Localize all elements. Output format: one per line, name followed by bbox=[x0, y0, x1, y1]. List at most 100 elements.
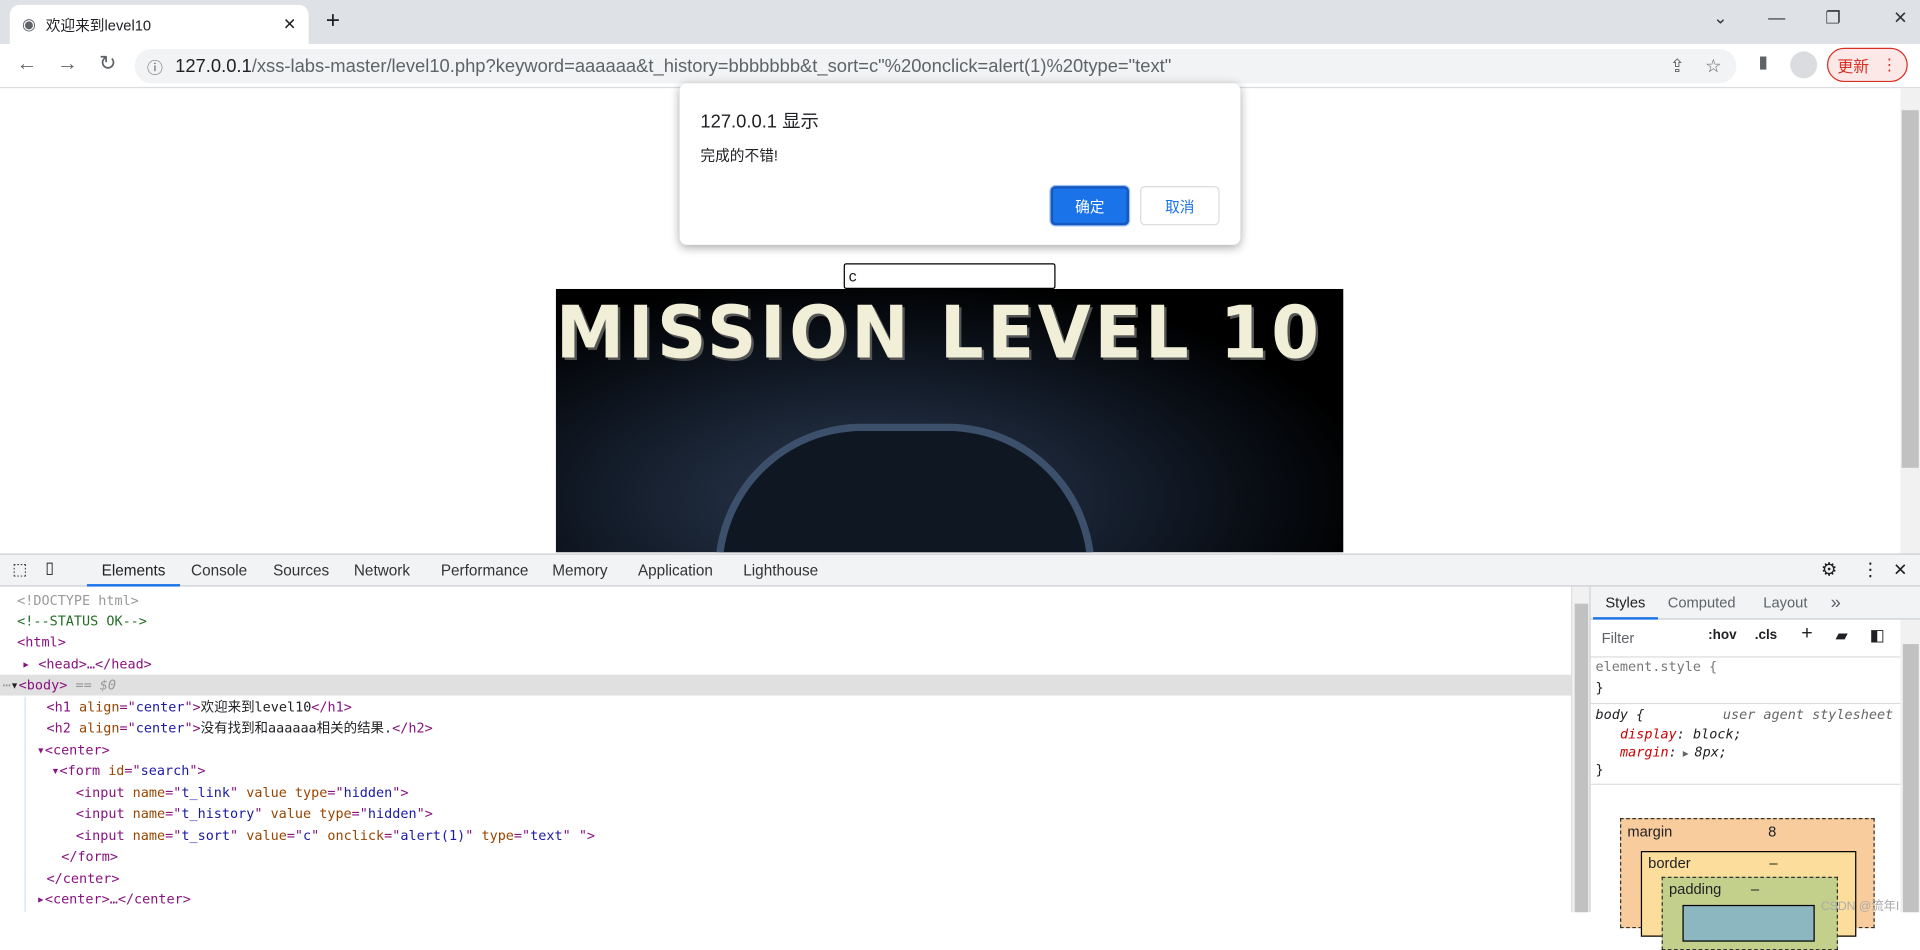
tab-styles[interactable]: Styles bbox=[1593, 587, 1658, 620]
dom-input-t-history[interactable]: <input name="t_history" value type="hidd… bbox=[0, 803, 1571, 824]
prop-margin[interactable]: margin: ▶ 8px; bbox=[1620, 744, 1727, 760]
dom-body[interactable]: ⋯▾<body> == $0 bbox=[0, 674, 1572, 696]
dom-center[interactable]: ▾<center> bbox=[0, 740, 1571, 761]
attr-value: alert(1) bbox=[400, 827, 466, 844]
info-icon: ⓘ bbox=[146, 58, 163, 77]
attr-value: t_history bbox=[181, 805, 255, 822]
padding-value[interactable]: – bbox=[1751, 880, 1759, 897]
new-rule-icon[interactable]: + bbox=[1801, 623, 1812, 645]
styles-scrollbar[interactable] bbox=[1900, 619, 1920, 913]
tab-network[interactable]: Network bbox=[354, 555, 410, 587]
dom-head[interactable]: ▸ <head>…</head> bbox=[0, 654, 1571, 675]
cls-button[interactable]: .cls bbox=[1755, 628, 1777, 643]
dom-input-t-sort[interactable]: <input name="t_sort" value="c" onclick="… bbox=[0, 825, 1571, 846]
device-toggle-icon[interactable]: ▯ bbox=[45, 558, 54, 578]
update-button[interactable]: 更新 ⋮ bbox=[1826, 47, 1908, 83]
dom-h2[interactable]: <h2 align="center">没有找到和aaaaaa相关的结果.</h2… bbox=[0, 718, 1571, 739]
dom-input-t-link[interactable]: <input name="t_link" value type="hidden"… bbox=[0, 782, 1571, 803]
dom-comment: <!--STATUS OK--> bbox=[17, 613, 147, 630]
share-icon[interactable]: ⇪ bbox=[1670, 55, 1685, 77]
elements-tree: <!DOCTYPE html> <!--STATUS OK--> <html> … bbox=[0, 587, 1572, 913]
scrollbar-thumb[interactable] bbox=[1574, 603, 1589, 913]
selected-marker: == $0 bbox=[67, 677, 117, 694]
settings-gear-icon[interactable]: ⚙ bbox=[1821, 558, 1837, 581]
profile-avatar[interactable] bbox=[1790, 51, 1818, 79]
mission-level-image: MISSION LEVEL 10 bbox=[555, 288, 1344, 553]
new-tab-button[interactable]: + bbox=[326, 7, 340, 35]
tab-elements[interactable]: Elements bbox=[86, 555, 181, 587]
browser-tab[interactable]: ◉ 欢迎来到level10 ✕ bbox=[9, 4, 309, 45]
close-window-icon[interactable]: ✕ bbox=[1882, 7, 1919, 28]
close-tab-icon[interactable]: ✕ bbox=[283, 15, 296, 35]
scrollbar-thumb[interactable] bbox=[1902, 644, 1919, 913]
close-devtools-icon[interactable]: ✕ bbox=[1893, 560, 1907, 581]
maximize-icon[interactable]: ❐ bbox=[1815, 7, 1852, 28]
more-tabs-icon[interactable]: » bbox=[1831, 587, 1841, 620]
prop-display[interactable]: display: block; bbox=[1620, 726, 1742, 742]
dom-form-close: </form> bbox=[61, 848, 118, 865]
attr-value: c bbox=[303, 827, 312, 844]
dom-form[interactable]: ▾<form id="search"> bbox=[0, 760, 1571, 781]
prop-value: block; bbox=[1693, 726, 1742, 743]
brace: } bbox=[1595, 679, 1604, 696]
cancel-button[interactable]: 取消 bbox=[1140, 186, 1220, 226]
attr-value: text bbox=[530, 827, 563, 844]
hov-button[interactable]: :hov bbox=[1708, 628, 1736, 643]
tab-layout[interactable]: Layout bbox=[1763, 587, 1807, 620]
dom-doctype: <!DOCTYPE html> bbox=[17, 592, 139, 609]
dom-h1[interactable]: <h1 align="center">欢迎来到level10</h1> bbox=[0, 697, 1571, 718]
dialog-title: 127.0.0.1 显示 bbox=[700, 111, 819, 133]
scrollbar-thumb[interactable] bbox=[1901, 110, 1919, 468]
tree-guide bbox=[24, 696, 26, 913]
h1-text: 欢迎来到level10 bbox=[200, 699, 312, 716]
tab-lighthouse[interactable]: Lighthouse bbox=[743, 555, 818, 587]
body-selector[interactable]: body { bbox=[1596, 707, 1645, 723]
inspect-element-icon[interactable]: ⬚ bbox=[12, 560, 27, 580]
box-model-content bbox=[1682, 904, 1815, 942]
menu-kebab-icon: ⋮ bbox=[1881, 55, 1898, 74]
h2-text: 没有找到和aaaaaa相关的结果. bbox=[200, 720, 393, 736]
minimize-icon[interactable]: — bbox=[1758, 7, 1795, 27]
url-host: 127.0.0.1 bbox=[175, 55, 252, 77]
paint-brush-icon[interactable]: ▰ bbox=[1836, 626, 1848, 646]
alert-dialog: 127.0.0.1 显示 完成的不错! 确定 取消 bbox=[679, 83, 1241, 245]
bookmark-star-icon[interactable]: ☆ bbox=[1705, 55, 1721, 77]
tab-memory[interactable]: Memory bbox=[552, 555, 607, 587]
forward-icon[interactable]: → bbox=[53, 51, 82, 75]
tab-search-icon[interactable]: ⌄ bbox=[1702, 7, 1739, 28]
tab-computed[interactable]: Computed bbox=[1668, 587, 1736, 620]
dom-center-2[interactable]: ▸<center>…</center> bbox=[0, 889, 1571, 910]
tab-console[interactable]: Console bbox=[191, 555, 247, 587]
ok-button[interactable]: 确定 bbox=[1050, 186, 1129, 226]
image-logo-text: MISSION LEVEL 10 bbox=[555, 291, 1323, 376]
styles-tabs: Styles Computed Layout » bbox=[1590, 586, 1920, 620]
tab-application[interactable]: Application bbox=[638, 555, 713, 587]
reload-icon[interactable]: ↻ bbox=[93, 51, 122, 75]
globe-icon: ◉ bbox=[22, 14, 36, 34]
t-sort-input[interactable]: c bbox=[843, 263, 1056, 289]
element-style-rule[interactable]: element.style { bbox=[1596, 659, 1718, 675]
toggle-sidebar-icon[interactable]: ◧ bbox=[1870, 626, 1885, 646]
back-icon[interactable]: ← bbox=[12, 51, 41, 75]
page-scrollbar[interactable] bbox=[1900, 88, 1920, 554]
update-label: 更新 bbox=[1837, 56, 1870, 76]
box-model-border: border – padding – bbox=[1640, 851, 1857, 950]
margin-value[interactable]: 8 bbox=[1768, 823, 1776, 840]
tab-title: 欢迎来到level10 bbox=[45, 16, 152, 34]
ua-stylesheet-label: user agent stylesheet bbox=[1722, 706, 1894, 723]
address-bar[interactable]: ⓘ 127.0.0.1/xss-labs-master/level10.php?… bbox=[134, 48, 1737, 84]
more-options-icon[interactable]: ⋮ bbox=[1861, 558, 1879, 581]
url-path: /xss-labs-master/level10.php?keyword=aaa… bbox=[251, 55, 1172, 77]
border-value[interactable]: – bbox=[1769, 855, 1777, 872]
csdn-watermark: CSDN @流年I bbox=[1820, 900, 1900, 914]
side-panel-icon[interactable]: ▮ bbox=[1749, 51, 1778, 72]
brace: } bbox=[1595, 761, 1604, 778]
prop-name: margin bbox=[1620, 744, 1669, 761]
elements-scrollbar[interactable] bbox=[1571, 586, 1590, 913]
styles-pane: Styles Computed Layout » Filter :hov .cl… bbox=[1589, 586, 1920, 950]
tab-performance[interactable]: Performance bbox=[441, 555, 529, 587]
styles-filter-input[interactable]: Filter bbox=[1595, 625, 1696, 651]
tab-sources[interactable]: Sources bbox=[273, 555, 329, 587]
dom-html[interactable]: <html> bbox=[0, 632, 1571, 653]
attr-value: t_link bbox=[181, 784, 231, 801]
